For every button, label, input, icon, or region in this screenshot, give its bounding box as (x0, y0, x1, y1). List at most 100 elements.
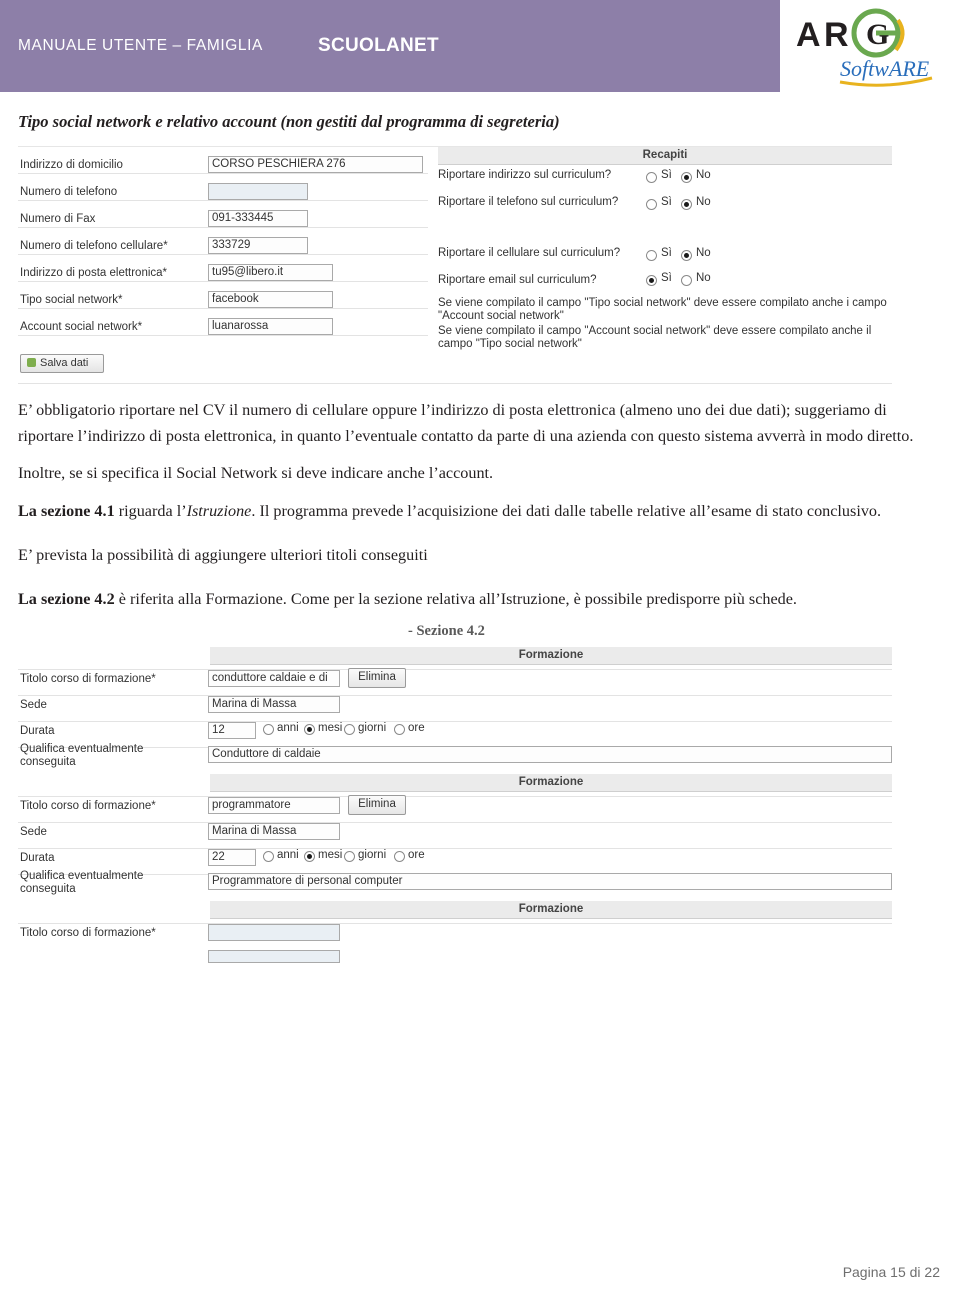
svg-text:SoftwARE: SoftwARE (840, 56, 930, 81)
radio-cellulare-si[interactable] (646, 250, 657, 261)
divider (18, 695, 892, 697)
radio-label-cellulare-si: Sì (661, 247, 672, 259)
paragraph-titoli: E’ prevista la possibilità di aggiungere… (18, 545, 428, 564)
input-indirizzo-domicilio[interactable]: CORSO PESCHIERA 276 (208, 156, 423, 173)
panel-header-formazione-2: Formazione (210, 774, 892, 793)
sezione-41-label: La sezione 4.1 (18, 501, 115, 520)
radio-durata-giorni-2[interactable] (344, 851, 355, 863)
radio-durata-mesi-1[interactable] (304, 724, 315, 736)
panel-header-formazione-1: Formazione (210, 647, 892, 666)
argo-software-logo: A R G SoftwARE (780, 0, 960, 92)
radio-telefono-no[interactable] (681, 199, 692, 210)
input-posta-elettronica[interactable]: tu95@libero.it (208, 264, 333, 281)
divider (18, 173, 428, 174)
radio-telefono-si[interactable] (646, 199, 657, 210)
screenshot-recapiti: Recapiti Indirizzo di domicilio Numero d… (18, 146, 892, 397)
input-qualifica-2[interactable]: Programmatore di personal computer (208, 873, 892, 891)
sezione-42-rest: è riferita alla Formazione. Come per la … (114, 590, 797, 609)
label-durata-2: Durata (20, 852, 55, 865)
label-titolo-corso-1: Titolo corso di formazione* (20, 673, 156, 686)
paragraph-obbligatorio: E’ obbligatorio riportare nel CV il nume… (18, 401, 914, 446)
radio-label-durata-mesi-1: mesi (318, 722, 343, 735)
label-qualifica-2: Qualifica eventualmente conseguita (20, 870, 144, 896)
screenshot-formazione: - Sezione 4.2 Formazione Titolo corso di… (18, 623, 892, 964)
divider (18, 281, 428, 282)
sezione-41-istruzione: Istruzione (186, 501, 252, 520)
radio-email-si[interactable] (646, 275, 657, 286)
divider (18, 848, 892, 850)
radio-label-telefono-si: Sì (661, 196, 672, 208)
input-titolo-corso-2[interactable]: programmatore (208, 797, 340, 815)
radio-cellulare-no[interactable] (681, 250, 692, 261)
input-account-social-network[interactable]: luanarossa (208, 318, 333, 335)
label-account-social: Account social network* (20, 321, 143, 333)
divider (18, 721, 892, 723)
panel-header-recapiti: Recapiti (438, 147, 892, 165)
paragraph-sezione-42: La sezione 4.2 è riferita alla Formazion… (18, 586, 940, 612)
label-numero-cellulare: Numero di telefono cellulare* (20, 240, 168, 252)
input-durata-1[interactable]: 12 (208, 722, 256, 740)
note-account-social: Se viene compilato il campo "Account soc… (438, 325, 872, 350)
divider (18, 200, 428, 201)
input-titolo-corso-1[interactable]: conduttore caldaie e di (208, 670, 340, 688)
divider (18, 335, 428, 336)
input-sede-2[interactable]: Marina di Massa (208, 823, 340, 841)
svg-text:G: G (866, 18, 889, 51)
delete-button-2[interactable]: Elimina (348, 795, 406, 816)
radio-label-durata-anni-2: anni (277, 849, 299, 862)
input-sede-3[interactable] (208, 950, 340, 964)
radio-durata-giorni-1[interactable] (344, 724, 355, 736)
radio-email-no[interactable] (681, 275, 692, 286)
page-footer: Pagina 15 di 22 (842, 1264, 940, 1280)
label-sede-2: Sede (20, 826, 47, 839)
radio-label-indirizzo-no: No (696, 169, 711, 181)
panel-header-formazione-3: Formazione (210, 901, 892, 920)
svg-text:R: R (824, 16, 849, 54)
header-manual-title: MANUALE UTENTE – FAMIGLIA (18, 37, 263, 54)
radio-label-durata-giorni-2: giorni (358, 849, 387, 862)
sezione-42-caption: - Sezione 4.2 (408, 623, 485, 640)
radio-durata-mesi-2[interactable] (304, 851, 315, 863)
radio-durata-anni-1[interactable] (263, 724, 274, 736)
radio-indirizzo-si[interactable] (646, 172, 657, 183)
input-durata-2[interactable]: 22 (208, 849, 256, 867)
input-tipo-social-network[interactable]: facebook (208, 291, 333, 308)
radio-indirizzo-no[interactable] (681, 172, 692, 183)
divider (18, 822, 892, 824)
radio-label-durata-ore-2: ore (408, 849, 425, 862)
note-tipo-social: Se viene compilato il campo "Tipo social… (438, 297, 887, 322)
radio-durata-ore-1[interactable] (394, 724, 405, 736)
radio-durata-ore-2[interactable] (394, 851, 405, 863)
divider (18, 796, 892, 798)
body-text: E’ obbligatorio riportare nel CV il nume… (0, 397, 960, 612)
radio-label-email-si: Sì (661, 272, 672, 284)
divider (18, 254, 428, 255)
label-posta-elettronica: Indirizzo di posta elettronica* (20, 267, 168, 279)
radio-label-telefono-no: No (696, 196, 711, 208)
radio-label-durata-anni-1: anni (277, 722, 299, 735)
divider (18, 923, 892, 925)
question-indirizzo-cv: Riportare indirizzo sul curriculum? (438, 169, 612, 181)
input-numero-fax[interactable]: 091-333445 (208, 210, 308, 227)
input-titolo-corso-3[interactable] (208, 924, 340, 942)
input-numero-telefono[interactable] (208, 183, 308, 200)
sezione-41-mid: riguarda l’ (114, 501, 187, 520)
label-durata-1: Durata (20, 725, 55, 738)
delete-button-1[interactable]: Elimina (348, 668, 406, 689)
divider (18, 383, 892, 384)
divider (18, 227, 428, 228)
page-header: MANUALE UTENTE – FAMIGLIA SCUOLANET A R … (0, 0, 960, 92)
input-numero-cellulare[interactable]: 333729 (208, 237, 308, 254)
divider (18, 308, 428, 309)
input-qualifica-1[interactable]: Conduttore di caldaie (208, 746, 892, 764)
paragraph-sezione-41: La sezione 4.1 riguarda l’Istruzione. Il… (18, 498, 940, 524)
page-title: Tipo social network e relativo account (… (18, 112, 560, 131)
save-data-button[interactable]: Salva dati (20, 354, 104, 373)
question-cellulare-cv: Riportare il cellulare sul curriculum? (438, 247, 621, 259)
radio-label-durata-giorni-1: giorni (358, 722, 387, 735)
label-numero-telefono: Numero di telefono (20, 186, 118, 198)
header-app-title: SCUOLANET (318, 35, 439, 56)
question-email-cv: Riportare email sul curriculum? (438, 274, 597, 286)
input-sede-1[interactable]: Marina di Massa (208, 696, 340, 714)
radio-durata-anni-2[interactable] (263, 851, 274, 863)
